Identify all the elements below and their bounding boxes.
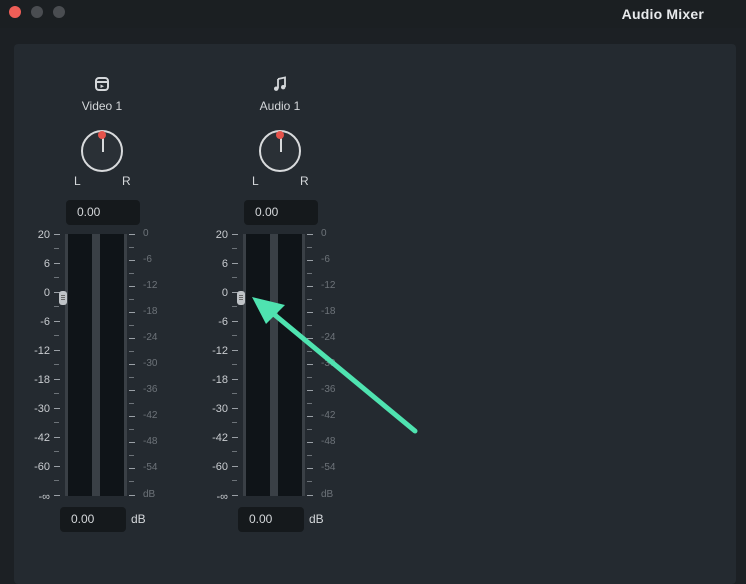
pan-indicator-dot [276, 131, 284, 139]
level-meter-right-channel [278, 234, 302, 496]
volume-unit-label: dB [309, 512, 324, 526]
level-meter-right-channel [100, 234, 124, 496]
pan-knob[interactable] [81, 130, 123, 172]
mixer-panel: Video 1 L R 0.00 20 6 0 -6 -12 -18 -30 -… [14, 44, 736, 584]
volume-ticks-left [232, 234, 238, 496]
pan-left-label: L [252, 174, 259, 188]
pan-left-label: L [74, 174, 81, 188]
title-bar: Audio Mixer [0, 0, 746, 28]
pan-value-field[interactable]: 0.00 [66, 200, 140, 225]
music-note-icon [272, 76, 288, 92]
level-ticks-right [129, 234, 135, 496]
pan-knob[interactable] [259, 130, 301, 172]
video-track-icon [94, 76, 110, 92]
mixer-track-video-1: Video 1 L R 0.00 20 6 0 -6 -12 -18 -30 -… [14, 44, 184, 584]
zoom-window-button[interactable] [53, 6, 65, 18]
window-title: Audio Mixer [621, 6, 704, 22]
volume-fader-handle[interactable] [59, 291, 67, 305]
level-meter-left-channel [68, 234, 92, 496]
pan-value-field[interactable]: 0.00 [244, 200, 318, 225]
close-window-button[interactable] [9, 6, 21, 18]
track-name: Video 1 [81, 99, 123, 113]
pan-right-label: R [122, 174, 131, 188]
pan-right-label: R [300, 174, 309, 188]
track-name: Audio 1 [259, 99, 301, 113]
level-meter [243, 234, 305, 496]
pan-indicator-dot [98, 131, 106, 139]
level-ticks-right [307, 234, 313, 496]
volume-unit-label: dB [131, 512, 146, 526]
minimize-window-button[interactable] [31, 6, 43, 18]
level-meter [65, 234, 127, 496]
level-meter-left-channel [246, 234, 270, 496]
volume-fader-handle[interactable] [237, 291, 245, 305]
mixer-track-audio-1: Audio 1 L R 0.00 20 6 0 -6 -12 -18 -30 -… [192, 44, 362, 584]
volume-value-field[interactable]: 0.00 [238, 507, 304, 532]
volume-ticks-left [54, 234, 60, 496]
volume-value-field[interactable]: 0.00 [60, 507, 126, 532]
